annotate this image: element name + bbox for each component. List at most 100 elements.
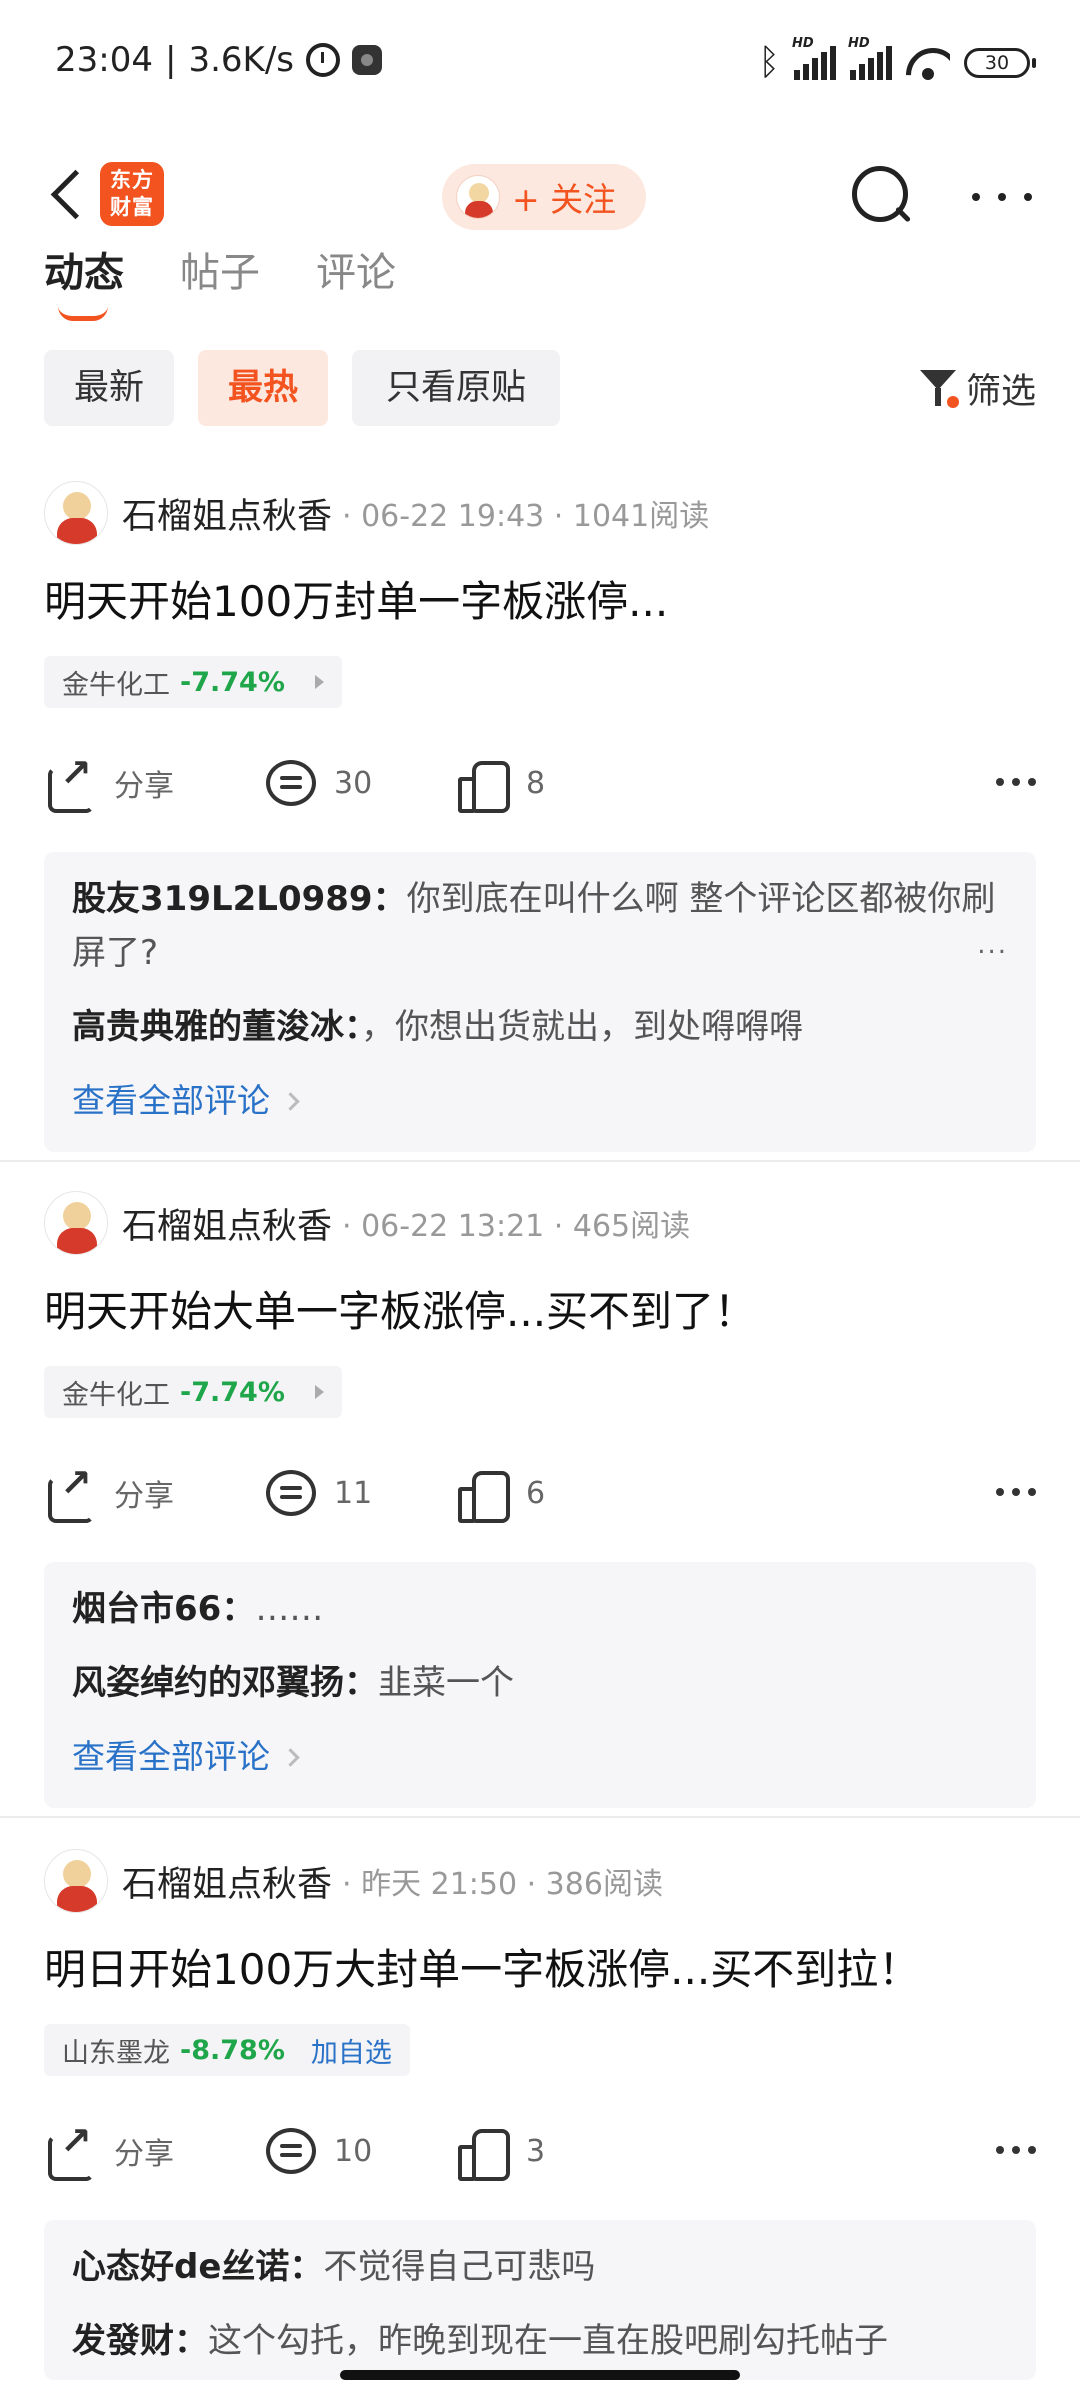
share-button[interactable]: 分享 xyxy=(44,748,174,818)
stock-tag[interactable]: 金牛化工 -7.74% xyxy=(44,1366,342,1418)
stock-name: 山东墨龙 xyxy=(62,2037,170,2069)
comment-count: 10 xyxy=(334,2133,373,2169)
post-card[interactable]: 石榴姐点秋香 · 06-22 13:21 · 465阅读 明天开始大单一字板涨停… xyxy=(0,1190,1080,1808)
share-icon xyxy=(44,1461,96,1523)
author-avatar[interactable] xyxy=(44,1191,108,1255)
stock-tag[interactable]: 山东墨龙 -8.78% 加自选 xyxy=(44,2024,410,2076)
status-bar: 23:04 | 3.6K/s ᛒ HD HD 30 xyxy=(0,0,1080,120)
author-avatar[interactable] xyxy=(44,1849,108,1913)
stock-change: -7.74% xyxy=(180,666,285,698)
battery-level: 30 xyxy=(964,47,1030,78)
view-all-comments-link[interactable]: 查看全部评论 xyxy=(72,1730,297,1784)
share-button[interactable]: 分享 xyxy=(44,1458,174,1528)
comment-user[interactable]: 发發财 xyxy=(72,2321,174,2361)
comment-text: …… xyxy=(255,1589,324,1629)
filter-row: 最新 最热 只看原贴 筛选 xyxy=(44,350,1036,426)
comment-text: 韭菜一个 xyxy=(378,1663,514,1703)
filter-button[interactable]: 筛选 xyxy=(919,350,1036,426)
thumbs-up-icon xyxy=(456,1467,510,1523)
post-title[interactable]: 明天开始100万封单一字板涨停... xyxy=(44,568,668,629)
stock-change: -7.74% xyxy=(180,1376,285,1408)
more-icon[interactable] xyxy=(972,182,1032,212)
chevron-right-icon xyxy=(314,675,324,689)
comment-item: 发發财：这个勾托，昨晚到现在一直在股吧刷勾托帖子 xyxy=(72,2321,888,2361)
comment-user[interactable]: 烟台市66 xyxy=(72,1589,221,1629)
comment-button[interactable]: 11 xyxy=(266,1458,372,1528)
add-to-watchlist-button[interactable]: 加自选 xyxy=(311,2031,392,2070)
status-separator: | xyxy=(164,40,177,80)
post-more-icon[interactable] xyxy=(996,778,1036,788)
back-icon[interactable] xyxy=(40,160,90,230)
post-more-icon[interactable] xyxy=(996,1488,1036,1498)
app-logo: 东方 财富 xyxy=(100,162,164,226)
like-button[interactable]: 3 xyxy=(456,2116,545,2186)
stock-name: 金牛化工 xyxy=(62,1379,170,1411)
signal-hd-label-2: HD xyxy=(848,35,870,51)
post-title[interactable]: 明天开始大单一字板涨停...买不到了！ xyxy=(44,1278,756,1339)
comment-user[interactable]: 风姿绰约的邓翼扬 xyxy=(72,1663,344,1703)
post-meta: · 06-22 13:21 · 465阅读 xyxy=(342,1209,691,1244)
tab-comments[interactable]: 评论 xyxy=(316,240,396,320)
logo-line-2: 财富 xyxy=(110,195,154,219)
follow-button[interactable]: + 关注 xyxy=(442,164,647,230)
share-label: 分享 xyxy=(114,769,174,804)
status-speed: 3.6K/s xyxy=(188,40,294,80)
battery-tip xyxy=(1032,57,1036,68)
like-button[interactable]: 8 xyxy=(456,748,545,818)
share-label: 分享 xyxy=(114,2137,174,2172)
post-meta: · 昨天 21:50 · 386阅读 xyxy=(342,1867,663,1902)
home-indicator[interactable] xyxy=(340,2370,740,2380)
comment-user[interactable]: 股友319L2L0989 xyxy=(72,879,373,919)
post-header: 石榴姐点秋香 · 昨天 21:50 · 386阅读 xyxy=(44,1848,663,1914)
post-card[interactable]: 石榴姐点秋香 · 06-22 19:43 · 1041阅读 明天开始100万封单… xyxy=(0,480,1080,1152)
comment-button[interactable]: 30 xyxy=(266,748,372,818)
post-header: 石榴姐点秋香 · 06-22 19:43 · 1041阅读 xyxy=(44,480,709,546)
follow-label: + 关注 xyxy=(512,180,617,219)
stock-change: -8.78% xyxy=(180,2034,285,2066)
signal-icon: HD xyxy=(792,36,836,80)
comment-icon xyxy=(266,2128,316,2174)
comment-icon xyxy=(266,760,316,806)
chip-original-only[interactable]: 只看原贴 xyxy=(352,350,560,426)
bluetooth-icon: ᛒ xyxy=(758,42,780,83)
share-icon xyxy=(44,2119,96,2181)
comment-item: 风姿绰约的邓翼扬：韭菜一个 xyxy=(72,1663,514,1703)
divider xyxy=(0,1160,1080,1162)
comment-preview[interactable]: 心态好de丝诺：不觉得自己可悲吗 发發财：这个勾托，昨晚到现在一直在股吧刷勾托帖… xyxy=(44,2220,1036,2380)
post-card[interactable]: 石榴姐点秋香 · 昨天 21:50 · 386阅读 明日开始100万大封单一字板… xyxy=(0,1848,1080,2380)
comment-item: 股友319L2L0989：你到底在叫什么啊 整个评论区都被你刷屏了? xyxy=(72,879,996,973)
author-avatar[interactable] xyxy=(44,481,108,545)
filter-label: 筛选 xyxy=(965,371,1036,412)
search-icon[interactable] xyxy=(850,164,914,228)
chip-latest[interactable]: 最新 xyxy=(44,350,174,426)
comment-text: 不觉得自己可悲吗 xyxy=(323,2247,596,2287)
view-all-comments-link[interactable]: 查看全部评论 xyxy=(72,1074,297,1128)
comment-user[interactable]: 心态好de丝诺 xyxy=(72,2247,289,2287)
tab-dynamics[interactable]: 动态 xyxy=(44,240,124,321)
comment-text: 这个勾托，昨晚到现在一直在股吧刷勾托帖子 xyxy=(208,2321,888,2361)
post-more-icon[interactable] xyxy=(996,2146,1036,2156)
comment-preview[interactable]: 股友319L2L0989：你到底在叫什么啊 整个评论区都被你刷屏了? ... 高… xyxy=(44,852,1036,1152)
share-label: 分享 xyxy=(114,1479,174,1514)
share-icon xyxy=(44,751,96,813)
author-name[interactable]: 石榴姐点秋香 xyxy=(122,1198,332,1249)
comment-user[interactable]: 高贵典雅的董浚冰 xyxy=(72,1007,344,1047)
author-name[interactable]: 石榴姐点秋香 xyxy=(122,488,332,539)
comment-button[interactable]: 10 xyxy=(266,2116,372,2186)
comment-preview[interactable]: 烟台市66：…… 风姿绰约的邓翼扬：韭菜一个 查看全部评论 xyxy=(44,1562,1036,1808)
author-name[interactable]: 石榴姐点秋香 xyxy=(122,1856,332,1907)
share-button[interactable]: 分享 xyxy=(44,2116,174,2186)
post-actions: 分享 11 6 xyxy=(44,1458,1036,1528)
chip-hottest[interactable]: 最热 xyxy=(198,350,328,426)
more-icon[interactable]: ... xyxy=(977,930,1008,960)
signal-hd-label: HD xyxy=(792,35,814,51)
stock-tag[interactable]: 金牛化工 -7.74% xyxy=(44,656,342,708)
tab-posts[interactable]: 帖子 xyxy=(180,240,260,320)
thumbs-up-icon xyxy=(456,757,510,813)
wifi-icon xyxy=(906,46,950,80)
avatar xyxy=(456,175,500,219)
logo-line-1: 东方 xyxy=(110,168,154,192)
post-title[interactable]: 明日开始100万大封单一字板涨停...买不到拉！ xyxy=(44,1936,920,1997)
like-button[interactable]: 6 xyxy=(456,1458,545,1528)
comment-text: ，你想出货就出，到处嘚嘚嘚 xyxy=(361,1007,803,1047)
